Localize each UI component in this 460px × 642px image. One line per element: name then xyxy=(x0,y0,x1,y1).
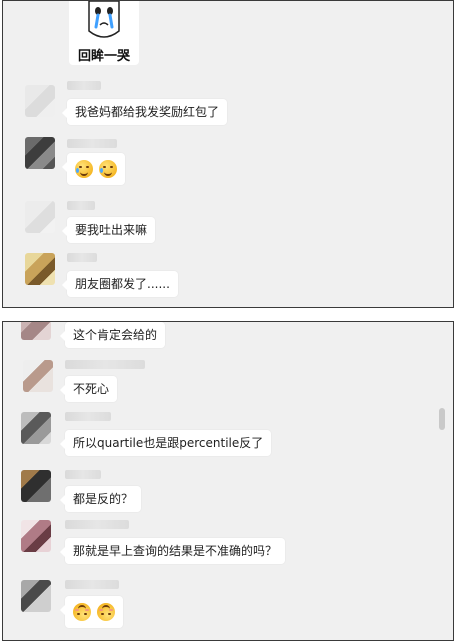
message-bubble[interactable] xyxy=(62,153,125,185)
upside-down-face-icon xyxy=(97,603,115,621)
message-bubble[interactable]: 所以quartile也是跟percentile反了 xyxy=(59,430,272,456)
message-bubble[interactable] xyxy=(60,596,123,628)
nickname-blurred xyxy=(67,81,101,90)
message-bubble[interactable]: 我爸妈都给我发奖励红包了 xyxy=(61,99,228,125)
message-text: 那就是早上查询的结果是不准确的吗？ xyxy=(73,544,278,558)
avatar[interactable] xyxy=(25,85,55,117)
avatar[interactable] xyxy=(25,253,55,285)
avatar[interactable] xyxy=(21,470,51,502)
avatar[interactable] xyxy=(21,580,51,612)
message-bubble[interactable]: 那就是早上查询的结果是不准确的吗？ xyxy=(59,538,286,564)
message-bubble[interactable]: 要我吐出来嘛 xyxy=(61,217,156,243)
nickname-blurred xyxy=(67,139,117,148)
nickname-blurred xyxy=(65,360,145,369)
chat-screenshot-top: 回眸一哭 我爸妈都给我发奖励红包了 要我吐出来嘛 朋友圈都发了...... xyxy=(2,0,454,308)
sticker-message[interactable]: 回眸一哭 xyxy=(69,1,139,65)
chat-screenshot-bottom: 这个肯定会给的 不死心 所以quartile也是跟percentile反了 都是… xyxy=(2,321,454,641)
message-bubble[interactable]: 这个肯定会给的 xyxy=(59,322,166,348)
avatar[interactable] xyxy=(21,322,51,340)
upside-down-face-icon xyxy=(73,603,91,621)
avatar[interactable] xyxy=(23,360,53,392)
face-with-tears-of-joy-icon xyxy=(99,160,117,178)
avatar[interactable] xyxy=(25,201,55,233)
scrollbar-thumb[interactable] xyxy=(439,408,445,430)
nickname-blurred xyxy=(65,520,129,529)
avatar[interactable] xyxy=(25,137,55,169)
message-text: 所以quartile也是跟percentile反了 xyxy=(73,436,264,450)
sticker-caption: 回眸一哭 xyxy=(77,49,130,64)
avatar[interactable] xyxy=(21,520,51,552)
nickname-blurred xyxy=(67,253,97,262)
face-with-tears-of-joy-icon xyxy=(75,160,93,178)
nickname-blurred xyxy=(65,470,101,479)
nickname-blurred xyxy=(65,580,119,589)
avatar[interactable] xyxy=(21,412,51,444)
nickname-blurred xyxy=(67,201,95,210)
nickname-blurred xyxy=(65,412,111,421)
message-text: 不死心 xyxy=(73,382,110,396)
message-text: 我爸妈都给我发奖励红包了 xyxy=(75,105,220,119)
message-text: 都是反的？ xyxy=(73,492,134,506)
message-text: 要我吐出来嘛 xyxy=(75,223,148,237)
message-bubble[interactable]: 朋友圈都发了...... xyxy=(62,271,178,297)
crying-face-sticker-icon xyxy=(88,1,120,38)
message-bubble[interactable]: 不死心 xyxy=(59,376,118,402)
message-text: 这个肯定会给的 xyxy=(73,328,158,342)
message-text: 朋友圈都发了...... xyxy=(75,277,170,291)
message-bubble[interactable]: 都是反的？ xyxy=(59,486,142,512)
